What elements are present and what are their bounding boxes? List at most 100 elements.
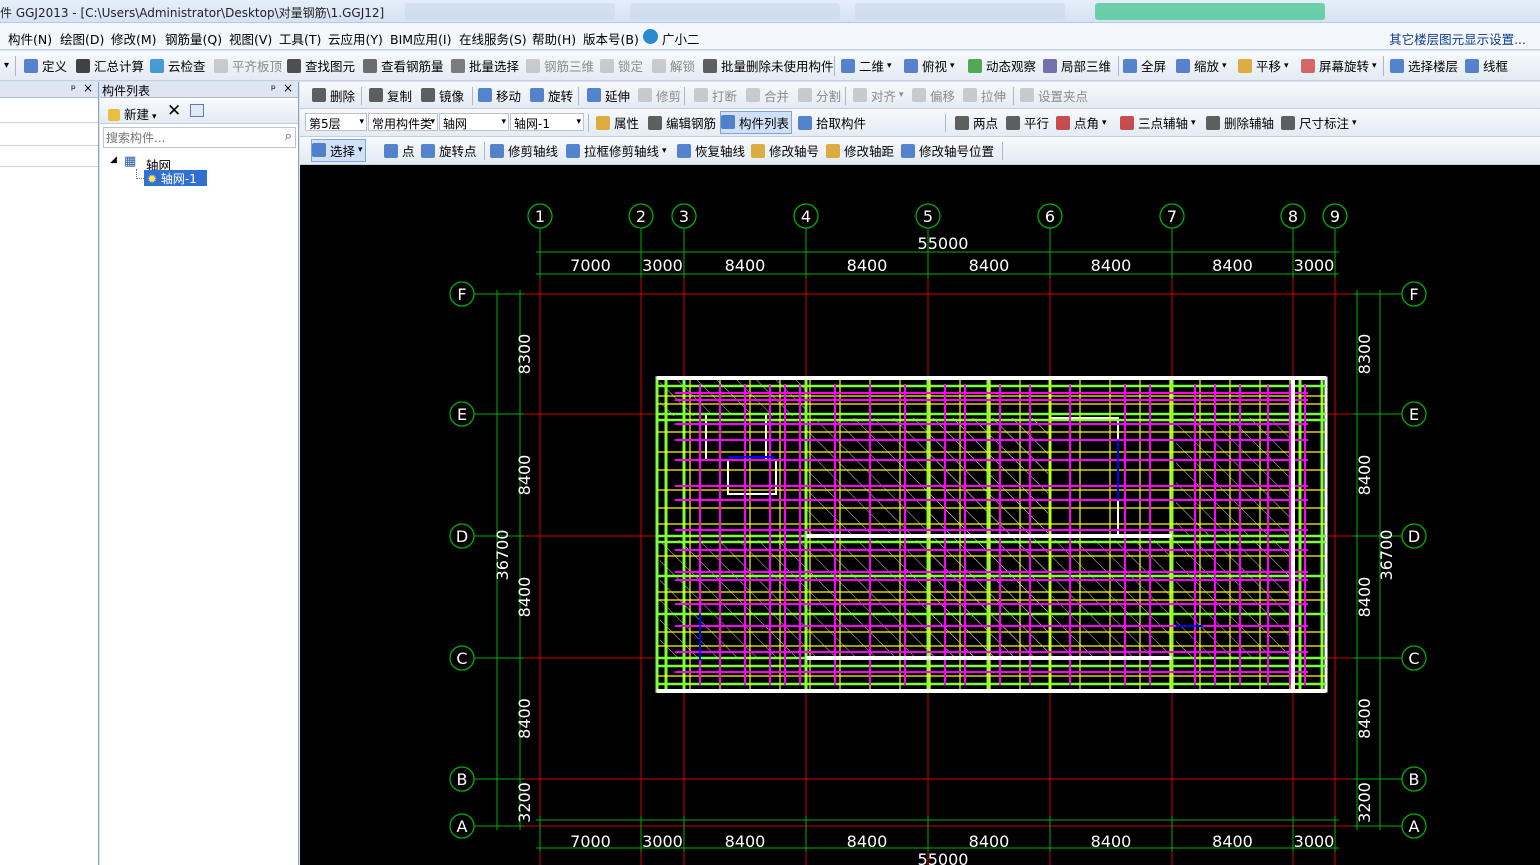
binoculars-button[interactable]: 查找图元 (287, 51, 355, 80)
component-list-button[interactable]: 构件列表 (719, 110, 793, 135)
copy-component-icon[interactable] (190, 104, 204, 117)
batch-select-button[interactable]: 批量选择 (451, 51, 519, 80)
chevron-down-icon[interactable]: ▾ (1222, 61, 1227, 71)
point-angle-button[interactable]: 点角 ▾ (1056, 109, 1107, 136)
select-floor-button[interactable]: 选择楼层 (1390, 51, 1458, 80)
search-icon[interactable]: ⌕ (285, 129, 292, 144)
menu-item[interactable]: 在线服务(S) (459, 29, 527, 48)
top-view-button[interactable]: 俯视 ▾ (904, 51, 955, 80)
two-point-button[interactable]: 两点 (955, 109, 998, 136)
stretch-button[interactable]: 拉伸 (963, 82, 1006, 108)
pin-icon[interactable]: ᵖ (71, 82, 76, 96)
chevron-down-icon[interactable]: ▾ (899, 90, 904, 100)
align-button[interactable]: 对齐 ▾ (853, 82, 904, 108)
point-button[interactable]: 点 (384, 137, 415, 164)
local-3d-button[interactable]: 局部三维 (1043, 51, 1111, 80)
restore-axis-button[interactable]: 恢复轴线 (677, 137, 745, 164)
batch-delete-button[interactable]: 批量删除未使用构件 (703, 51, 834, 80)
grip-button[interactable]: 设置夹点 (1020, 82, 1088, 108)
box-trim-axis-button[interactable]: 拉框修剪轴线 ▾ (566, 137, 667, 164)
delete-component-icon[interactable]: ✕ (167, 101, 181, 121)
menu-item[interactable]: 构件(N) (8, 29, 52, 48)
collapse-icon[interactable]: ◢ (110, 155, 117, 165)
2d-view-button[interactable]: 二维 ▾ (841, 51, 892, 80)
rebar-3d-button[interactable]: 钢筋三维 (526, 51, 594, 80)
define-button[interactable]: 定义 (24, 51, 67, 80)
move-button[interactable]: 移动 (478, 82, 521, 108)
delete-axis-button[interactable]: 删除辅轴 (1206, 109, 1274, 136)
rotate-button[interactable]: 旋转 (530, 82, 573, 108)
view-rebar-button[interactable]: 查看钢筋量 (363, 51, 444, 80)
cloud-check-button[interactable]: 云检查 (150, 51, 206, 80)
menu-item[interactable]: 版本号(B) (583, 29, 639, 48)
pick-component-button[interactable]: 拾取构件 (798, 109, 866, 136)
component-type-select[interactable]: 轴网 ▾ (439, 113, 509, 131)
trim-axis-button[interactable]: 修剪轴线 (490, 137, 558, 164)
parallel-button[interactable]: 平行 (1006, 109, 1049, 136)
chevron-down-icon[interactable]: ▾ (887, 61, 892, 71)
rotate-point-button[interactable]: 旋转点 (421, 137, 477, 164)
cad-drawing[interactable]: 1 2 3 4 5 6 7 8 9 F F E E D D C C B B A A 7000 7000 3000 3000 840… (300, 165, 1540, 865)
chevron-down-icon[interactable]: ▾ (662, 146, 667, 156)
axis-number-position-button[interactable]: 修改轴号位置 (901, 137, 994, 164)
copy-button[interactable]: 复制 (369, 82, 412, 108)
split-button[interactable]: 分割 (798, 82, 841, 108)
menu-item[interactable]: 钢筋量(Q) (165, 29, 222, 48)
zoom-button[interactable]: 缩放 ▾ (1176, 51, 1227, 80)
close-icon[interactable]: × (283, 81, 293, 95)
chevron-down-icon[interactable]: ▾ (1372, 61, 1377, 71)
edit-rebar-button[interactable]: 编辑钢筋 (648, 109, 716, 136)
floor-select[interactable]: 第5层 ▾ (305, 113, 367, 131)
nav-row[interactable] (0, 147, 98, 167)
cursor-button[interactable]: 选择 ▾ (311, 138, 366, 163)
properties-button[interactable]: 属性 (596, 109, 639, 136)
delete-button[interactable]: 删除 (312, 82, 355, 108)
pan-button[interactable]: 平移 ▾ (1238, 51, 1289, 80)
break-button[interactable]: 打断 (694, 82, 737, 108)
chevron-down-icon[interactable]: ▾ (1102, 118, 1107, 128)
extend-button[interactable]: 延伸 (587, 82, 630, 108)
chevron-down-icon[interactable]: ▾ (1191, 118, 1196, 128)
three-point-axis-button[interactable]: 三点辅轴 ▾ (1120, 109, 1196, 136)
menu-item[interactable]: BIM应用(I) (390, 29, 452, 48)
menu-item[interactable]: 视图(V) (229, 29, 272, 48)
drawing-canvas[interactable]: 1 2 3 4 5 6 7 8 9 F F E E D D C C B B A A 7000 7000 3000 3000 840… (300, 165, 1540, 865)
screen-rotate-button[interactable]: 屏幕旋转 ▾ (1301, 51, 1377, 80)
wireframe-button[interactable]: 线框 (1465, 51, 1508, 80)
nav-row[interactable] (0, 103, 98, 123)
unlock-button[interactable]: 解锁 (652, 51, 695, 80)
offset-button[interactable]: 偏移 (912, 82, 955, 108)
menu-item[interactable]: 云应用(Y) (328, 29, 383, 48)
chevron-down-icon[interactable]: ▾ (358, 145, 363, 155)
close-icon[interactable]: × (83, 81, 93, 95)
pin-icon[interactable]: ᵖ (271, 82, 276, 96)
tree-node-axis-grid-1[interactable]: ✹ 轴网-1 (144, 170, 207, 186)
chevron-down-icon[interactable]: ▾ (1352, 118, 1357, 128)
chevron-down-icon[interactable]: ▾ (1284, 61, 1289, 71)
component-search-input[interactable] (106, 129, 271, 146)
mirror-button[interactable]: 镜像 (421, 82, 464, 108)
trim-button[interactable]: 修剪 (638, 82, 681, 108)
dimension-button[interactable]: 尺寸标注 ▾ (1281, 109, 1357, 136)
fullscreen-button[interactable]: 全屏 (1123, 51, 1166, 80)
category-select[interactable]: 常用构件类 ▾ (368, 113, 438, 131)
edit-axis-number-button[interactable]: 修改轴号 (751, 137, 819, 164)
menu-item[interactable]: 帮助(H) (532, 29, 576, 48)
new-component-button[interactable]: 新建 ▾ (108, 104, 157, 123)
other-floor-display-settings-link[interactable]: 其它楼层图元显示设置... (1389, 29, 1526, 48)
chevron-down-icon[interactable]: ▾ (950, 61, 955, 71)
sigma-button[interactable]: 汇总计算 (76, 51, 144, 80)
nav-row[interactable] (0, 124, 98, 146)
merge-button[interactable]: 合并 (746, 82, 789, 108)
align-top-button[interactable]: 平齐板顶 (214, 51, 282, 80)
menu-item[interactable]: 广小二 (643, 29, 700, 48)
menu-item[interactable]: 工具(T) (279, 29, 321, 48)
edit-axis-spacing-button[interactable]: 修改轴距 (826, 137, 894, 164)
toolbar-overflow[interactable]: ▾ (4, 51, 9, 80)
axis-number-vertical: 7 (1167, 207, 1177, 226)
menu-item[interactable]: 绘图(D) (60, 29, 104, 48)
component-instance-select[interactable]: 轴网-1 ▾ (510, 113, 584, 131)
orbit-button[interactable]: 动态观察 (968, 51, 1036, 80)
lock-button[interactable]: 锁定 (600, 51, 643, 80)
menu-item[interactable]: 修改(M) (111, 29, 157, 48)
